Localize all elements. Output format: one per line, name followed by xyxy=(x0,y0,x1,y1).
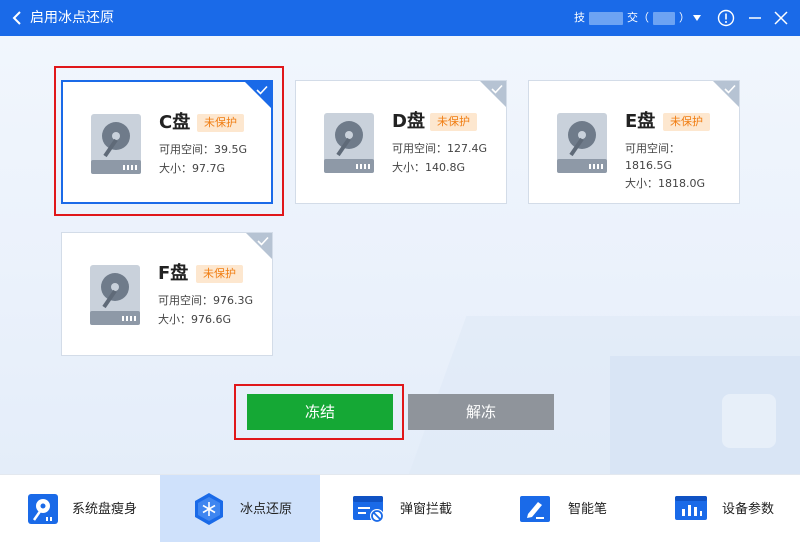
background-check-decoration xyxy=(722,394,776,448)
check-icon xyxy=(257,236,269,246)
chevron-left-icon[interactable] xyxy=(8,8,28,28)
disk-name: C盘 xyxy=(159,112,191,133)
disk-free-space: 可用空间：127.4G xyxy=(392,142,488,155)
nav-item-popup-block[interactable]: 弹窗拦截 xyxy=(320,475,480,542)
hard-disk-icon xyxy=(557,113,607,173)
redacted-block xyxy=(653,11,675,25)
caret-down-icon[interactable] xyxy=(692,14,702,22)
disk-total-size: 大小：976.6G xyxy=(158,313,232,326)
check-icon xyxy=(724,84,736,94)
freeze-button[interactable]: 冻结 xyxy=(247,394,393,430)
disk-total-size: 大小：97.7G xyxy=(159,162,226,175)
disk-name: D盘 xyxy=(392,111,425,132)
disk-total-size: 大小：1818.0G xyxy=(625,177,706,190)
disk-free-space: 可用空间： xyxy=(625,142,680,155)
disk-free-space: 可用空间：976.3G xyxy=(158,294,254,307)
popup-block-icon xyxy=(353,496,384,523)
title-bar: 启用冰点还原 技 交（ ） xyxy=(0,0,800,36)
hard-disk-icon xyxy=(90,265,140,325)
nav-item-smart-pen[interactable]: 智能笔 xyxy=(480,475,640,542)
disk-free-space: 可用空间：39.5G xyxy=(159,143,248,156)
nav-label: 弹窗拦截 xyxy=(400,502,453,517)
account-info[interactable]: 技 交（ ） xyxy=(574,10,690,26)
device-params-icon xyxy=(675,496,707,520)
check-icon xyxy=(256,85,268,95)
nav-label: 设备参数 xyxy=(722,502,775,517)
account-middle: 交（ xyxy=(627,11,649,24)
status-badge: 未保护 xyxy=(197,114,244,132)
nav-item-freeze-restore[interactable]: 冰点还原 xyxy=(160,475,320,542)
disk-name: F盘 xyxy=(158,263,189,284)
disk-name: E盘 xyxy=(625,111,656,132)
status-badge: 未保护 xyxy=(196,265,243,283)
status-badge: 未保护 xyxy=(430,113,477,131)
nav-item-device-params[interactable]: 设备参数 xyxy=(640,475,800,542)
redacted-block xyxy=(589,11,623,25)
hard-disk-icon xyxy=(324,113,374,173)
minimize-icon[interactable] xyxy=(746,9,764,27)
close-icon[interactable] xyxy=(772,9,790,27)
hard-disk-icon xyxy=(91,114,141,174)
bottom-nav: 系统盘瘦身 冰点还原 弹窗拦截 智能笔 设备参数 xyxy=(0,474,800,542)
nav-item-disk-slim[interactable]: 系统盘瘦身 xyxy=(0,475,160,542)
window-title: 启用冰点还原 xyxy=(30,10,114,26)
disk-card-e[interactable]: E盘 未保护 可用空间： 1816.5G 大小：1818.0G xyxy=(528,80,740,204)
unfreeze-button[interactable]: 解冻 xyxy=(408,394,554,430)
smart-pen-icon xyxy=(520,496,550,522)
status-badge: 未保护 xyxy=(663,113,710,131)
disk-total-size: 大小：140.8G xyxy=(392,161,466,174)
disk-slim-icon xyxy=(28,494,58,524)
nav-label: 系统盘瘦身 xyxy=(72,502,138,517)
disk-card-d[interactable]: D盘 未保护 可用空间：127.4G 大小：140.8G xyxy=(295,80,507,204)
account-suffix: ） xyxy=(679,11,690,24)
check-icon xyxy=(491,84,503,94)
snowflake-icon xyxy=(195,493,223,525)
disk-card-f[interactable]: F盘 未保护 可用空间：976.3G 大小：976.6G xyxy=(61,232,273,356)
disk-card-c[interactable]: C盘 未保护 可用空间：39.5G 大小：97.7G xyxy=(61,80,273,204)
nav-label: 冰点还原 xyxy=(240,502,293,517)
disk-free-space-value: 1816.5G xyxy=(625,159,673,172)
info-circle-icon[interactable] xyxy=(717,9,735,27)
nav-label: 智能笔 xyxy=(568,502,608,517)
account-prefix: 技 xyxy=(574,11,585,24)
